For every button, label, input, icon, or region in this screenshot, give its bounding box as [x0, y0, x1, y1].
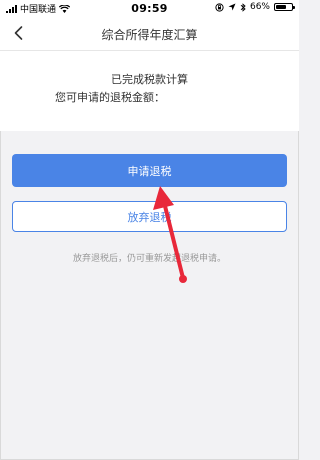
page-title: 综合所得年度汇算: [101, 28, 198, 42]
lock-rotation-icon: [215, 2, 224, 12]
battery-icon: [274, 3, 295, 11]
result-card: 已完成税款计算 您可申请的退税金额：: [0, 51, 299, 131]
abandon-refund-button[interactable]: 放弃退税: [12, 201, 287, 232]
battery-fill: [276, 5, 286, 9]
battery-percent: 66%: [249, 2, 270, 12]
status-bar: 中国联通 09:59 66%: [0, 0, 299, 18]
nav-header: 综合所得年度汇算: [0, 18, 299, 51]
abandon-hint-text: 放弃退税后，仍可重新发起退税申请。: [72, 254, 226, 264]
result-title: 已完成税款计算: [111, 73, 188, 86]
status-right: 66%: [215, 2, 295, 12]
location-icon: [228, 3, 236, 11]
refund-amount-label: 您可申请的退税金额：: [55, 91, 165, 104]
apply-refund-button[interactable]: 申请退税: [12, 154, 287, 187]
bluetooth-icon: [240, 2, 246, 12]
